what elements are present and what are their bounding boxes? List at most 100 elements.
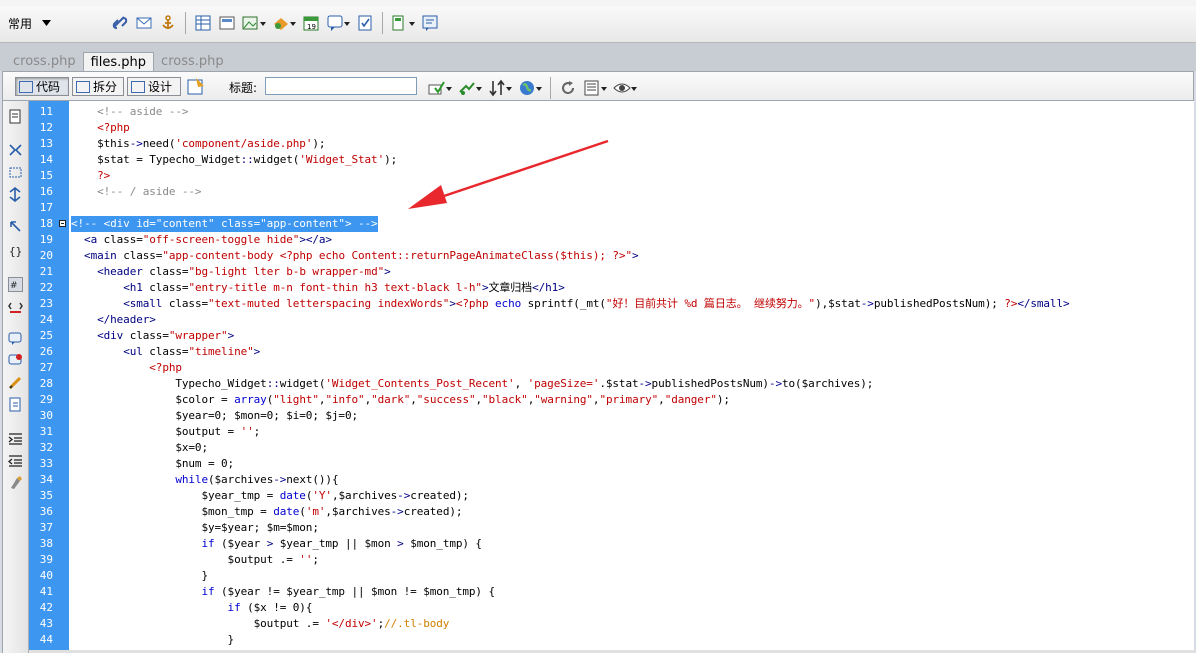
- template-icon[interactable]: [391, 14, 415, 32]
- toolbar-separator: [185, 12, 186, 34]
- code-line[interactable]: $output .= '</div>';//.tl-body: [71, 616, 450, 632]
- code-line[interactable]: if ($year != $year_tmp || $mon != $mon_t…: [71, 584, 495, 600]
- line-number: 15: [39, 169, 53, 182]
- code-line[interactable]: <small class="text-muted letterspacing i…: [71, 296, 1069, 312]
- chevron-down-icon: [42, 20, 52, 26]
- tab-cross-php-1[interactable]: cross.php: [6, 52, 83, 71]
- email-link-icon[interactable]: [135, 14, 153, 32]
- code-line[interactable]: $stat = Typecho_Widget::widget('Widget_S…: [71, 152, 397, 168]
- code-line[interactable]: if ($x != 0){: [71, 600, 313, 616]
- code-line[interactable]: while($archives->next()){: [71, 472, 338, 488]
- line-number: 22: [39, 281, 53, 294]
- line-number: 33: [39, 457, 53, 470]
- line-number: 26: [39, 345, 53, 358]
- format-source-code-icon[interactable]: [8, 475, 23, 490]
- select-parent-tag-icon[interactable]: [8, 219, 23, 234]
- code-line[interactable]: Typecho_Widget::widget('Widget_Contents_…: [71, 376, 873, 392]
- open-documents-icon[interactable]: [8, 109, 23, 124]
- insert-category-select[interactable]: 常用: [8, 14, 78, 32]
- date-icon[interactable]: 19: [302, 14, 320, 32]
- remove-comment-icon[interactable]: [8, 353, 23, 368]
- code-line[interactable]: <div class="wrapper">: [71, 328, 234, 344]
- recent-snippets-icon[interactable]: [8, 397, 23, 412]
- code-line[interactable]: <!-- aside -->: [71, 104, 188, 120]
- design-view-button[interactable]: 设计: [127, 77, 181, 96]
- code-view-button[interactable]: 代码: [15, 77, 69, 96]
- visual-aids-icon[interactable]: [613, 79, 637, 97]
- tab-files-php[interactable]: files.php: [82, 52, 155, 72]
- code-line[interactable]: }: [71, 568, 208, 584]
- code-line[interactable]: if ($year > $year_tmp || $mon > $mon_tmp…: [71, 536, 482, 552]
- media-icon[interactable]: [272, 14, 296, 32]
- line-number: 40: [39, 569, 53, 582]
- split-view-label: 拆分: [93, 80, 118, 94]
- wrap-tag-icon[interactable]: [8, 375, 23, 390]
- code-area[interactable]: <!-- aside --> <?php $this->need('compon…: [71, 101, 1195, 653]
- outdent-code-icon[interactable]: [7, 453, 23, 468]
- title-input[interactable]: [265, 77, 417, 95]
- line-numbers-icon[interactable]: #: [8, 277, 23, 292]
- code-line[interactable]: $output = '';: [71, 424, 260, 440]
- validate-markup-icon[interactable]: [428, 79, 452, 97]
- insert-toolbar: 常用 19: [0, 6, 1196, 43]
- code-view-icon: [19, 80, 33, 93]
- code-line[interactable]: $output .= '';: [71, 552, 319, 568]
- code-line[interactable]: </header>: [71, 312, 156, 328]
- design-view-label: 设计: [148, 80, 173, 94]
- code-line[interactable]: $x=0;: [71, 440, 208, 456]
- code-line[interactable]: <?php: [71, 360, 182, 376]
- code-line[interactable]: <!-- / aside -->: [71, 184, 201, 200]
- table-icon[interactable]: [194, 14, 212, 32]
- code-line[interactable]: <header class="bg-light lter b-b wrapper…: [71, 264, 391, 280]
- code-line[interactable]: <a class="off-screen-toggle hide"></a>: [71, 232, 332, 248]
- highlight-invalid-code-icon[interactable]: [8, 299, 23, 314]
- live-view-icon[interactable]: [186, 77, 206, 99]
- code-line[interactable]: ?>: [71, 168, 110, 184]
- split-view-button[interactable]: 拆分: [72, 77, 124, 96]
- hyperlink-icon[interactable]: [111, 14, 129, 32]
- line-number: 37: [39, 521, 53, 534]
- code-line[interactable]: <main class="app-content-body <?php echo…: [71, 248, 639, 264]
- server-side-include-icon[interactable]: [356, 14, 374, 32]
- code-line[interactable]: $this->need('component/aside.php');: [71, 136, 325, 152]
- collapse-selection-icon[interactable]: [8, 165, 23, 180]
- tab-cross-php-2[interactable]: cross.php: [154, 52, 231, 71]
- globe-icon[interactable]: [518, 79, 542, 97]
- view-options-icon[interactable]: [583, 79, 607, 97]
- line-number: 42: [39, 601, 53, 614]
- expand-all-icon[interactable]: [8, 186, 23, 203]
- div-icon[interactable]: [218, 14, 236, 32]
- code-line[interactable]: $year_tmp = date('Y',$archives->created)…: [71, 488, 469, 504]
- code-line[interactable]: $y=$year; $m=$mon;: [71, 520, 319, 536]
- preview-in-browser-icon[interactable]: [458, 79, 482, 97]
- line-number: 18: [39, 217, 53, 230]
- tag-chooser-icon[interactable]: [421, 14, 439, 32]
- fold-toggle-icon[interactable]: [59, 220, 66, 227]
- code-editor[interactable]: {} # 11 12 13 14 15 16 17 18 19 20 21 22 23 24 25 26 27 2…: [2, 101, 1195, 653]
- coding-toolbar: {} #: [3, 101, 29, 653]
- file-management-icon[interactable]: [488, 79, 512, 97]
- indent-code-icon[interactable]: [8, 431, 23, 446]
- line-number: 31: [39, 425, 53, 438]
- line-number: 21: [39, 265, 53, 278]
- line-number: 14: [39, 153, 53, 166]
- line-number: 16: [39, 185, 53, 198]
- code-line[interactable]: $color = array("light","info","dark","su…: [71, 392, 730, 408]
- code-line[interactable]: $mon_tmp = date('m',$archives->created);: [71, 504, 462, 520]
- code-line[interactable]: <?php: [71, 120, 130, 136]
- code-line[interactable]: }: [71, 632, 235, 648]
- code-line[interactable]: <ul class="timeline">: [71, 344, 260, 360]
- apply-comment-icon[interactable]: [8, 331, 23, 346]
- balance-braces-icon[interactable]: {}: [8, 243, 23, 258]
- named-anchor-icon[interactable]: [159, 14, 177, 32]
- comment-icon[interactable]: [326, 14, 350, 32]
- code-line[interactable]: $num = 0;: [71, 456, 234, 472]
- line-number: 25: [39, 329, 53, 342]
- line-number: 32: [39, 441, 53, 454]
- selected-code-line[interactable]: <!-- <div id="content" class="app-conten…: [71, 216, 378, 232]
- code-line[interactable]: $year=0; $mon=0; $i=0; $j=0;: [71, 408, 358, 424]
- refresh-icon[interactable]: [559, 79, 577, 97]
- collapse-full-tag-icon[interactable]: [8, 143, 23, 158]
- code-line[interactable]: <h1 class="entry-title m-n font-thin h3 …: [71, 280, 565, 296]
- image-icon[interactable]: [242, 14, 266, 32]
